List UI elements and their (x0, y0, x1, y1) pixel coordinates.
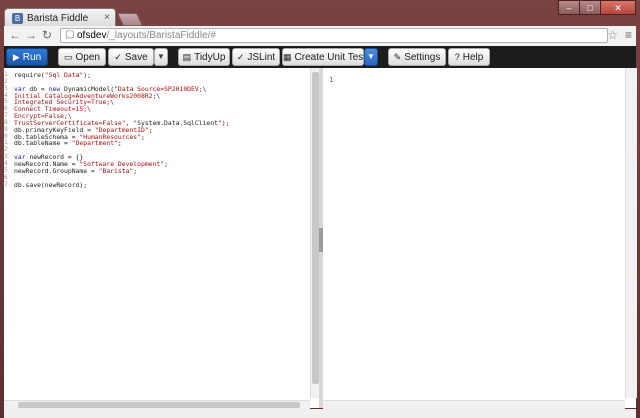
url-host: ofsdev (77, 30, 107, 41)
tidyup-label: TidyUp (194, 52, 226, 63)
code-line: newRecord.GroupName = "Barista"; (14, 166, 138, 175)
page-icon: ▢ (65, 29, 75, 40)
help-label: Help (462, 52, 484, 63)
code-line: db.save(newRecord); (14, 180, 88, 189)
grid-icon: ▦ (283, 52, 292, 62)
save-button[interactable]: ✓ Save (108, 48, 154, 66)
unit-test-dropdown-button[interactable]: ▼ (364, 48, 378, 66)
url-path: /_layouts/BaristaFiddle/# (106, 30, 216, 41)
bookmark-star-icon[interactable]: ☆ (607, 28, 618, 42)
settings-label: Settings (404, 52, 441, 63)
help-icon: ? (454, 52, 460, 62)
open-label: Open (75, 52, 100, 63)
jslint-label: JSLint (247, 52, 276, 63)
address-bar[interactable]: ▢ ofsdev/_layouts/BaristaFiddle/# (60, 28, 608, 43)
tidyup-button[interactable]: ▤ TidyUp (178, 48, 230, 66)
code-editor[interactable]: 12345678901234567 require("Sql Data"); v… (4, 68, 321, 408)
url-text: ofsdev/_layouts/BaristaFiddle/# (77, 30, 216, 41)
maximize-button[interactable]: □ (579, 0, 601, 15)
tab-title: Barista Fiddle (27, 13, 89, 24)
run-button[interactable]: ▶ Run (6, 48, 48, 66)
window-controls: – □ ✕ (558, 0, 636, 15)
line-number: 7 (4, 180, 8, 188)
check-icon: ✓ (114, 52, 122, 62)
toolbar: ▶ Run ▭ Open ✓ Save ▼ ▤ TidyUp ✓ JSLint ▦ Crea… (4, 46, 636, 68)
folder-icon: ▭ (64, 52, 73, 62)
create-unit-test-button[interactable]: ▦ Create Unit Test (282, 48, 367, 66)
tab-strip: B Barista Fiddle × – □ ✕ (0, 0, 640, 28)
back-icon[interactable]: ← (8, 28, 22, 42)
editor-code[interactable]: require("Sql Data"); var db = new Dynami… (14, 72, 229, 188)
chevron-down-icon: ▼ (367, 52, 375, 61)
jslint-button[interactable]: ✓ JSLint (232, 48, 280, 66)
forward-icon[interactable]: → (24, 28, 38, 42)
settings-button[interactable]: ✎ Settings (388, 48, 446, 66)
minimize-button[interactable]: – (558, 0, 580, 15)
close-window-button[interactable]: ✕ (600, 0, 636, 15)
scrollbar-thumb[interactable] (18, 402, 300, 408)
tab-barista-fiddle[interactable]: B Barista Fiddle × (4, 8, 116, 28)
browser-window: B Barista Fiddle × – □ ✕ ← → ↻ ▢ ofsdev/… (0, 0, 640, 418)
tab-close-icon[interactable]: × (104, 12, 110, 23)
help-button[interactable]: ? Help (448, 48, 490, 66)
menu-icon[interactable]: ≡ (625, 28, 632, 42)
chevron-down-icon: ▼ (157, 52, 165, 61)
result-pane[interactable]: 1 (323, 68, 636, 408)
navigation-bar: ← → ↻ ▢ ofsdev/_layouts/BaristaFiddle/# … (4, 26, 636, 47)
new-tab-button[interactable] (116, 13, 144, 26)
format-icon: ▤ (182, 52, 192, 62)
save-label: Save (124, 52, 148, 63)
result-line-number: 1 (329, 76, 334, 84)
result-vertical-scrollbar[interactable] (625, 68, 637, 398)
play-icon: ▶ (12, 52, 20, 62)
wrench-icon: ✎ (393, 52, 402, 62)
check-icon: ✓ (236, 52, 245, 62)
reload-icon[interactable]: ↻ (40, 28, 54, 42)
run-label: Run (22, 52, 42, 63)
create-unit-test-label: Create Unit Test (294, 52, 367, 63)
save-dropdown-button[interactable]: ▼ (154, 48, 168, 66)
open-button[interactable]: ▭ Open (58, 48, 106, 66)
code-line: require("Sql Data"); (14, 71, 91, 79)
scrollbar-thumb[interactable] (312, 72, 319, 384)
status-bar (4, 409, 636, 418)
code-line: db.tableName = "Department"; (14, 139, 122, 148)
editor-gutter: 12345678901234567 (4, 71, 12, 188)
favicon-icon: B (12, 13, 23, 24)
